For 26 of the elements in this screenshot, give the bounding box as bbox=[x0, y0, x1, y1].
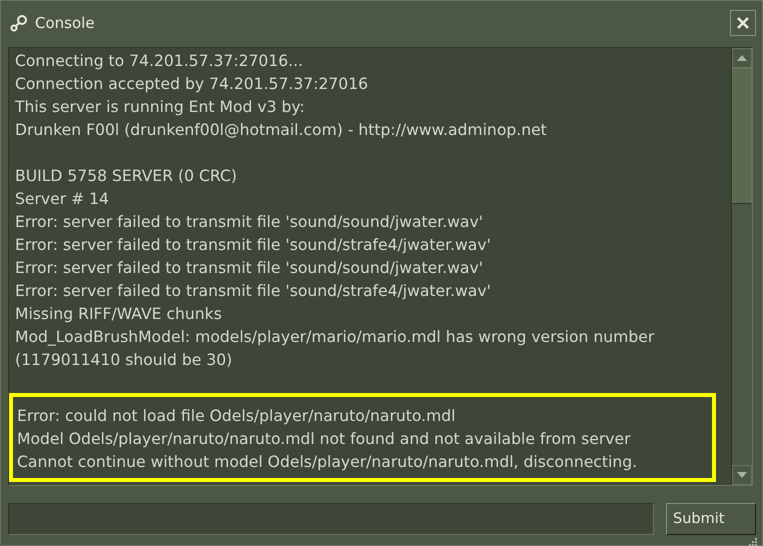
log-line: Server # 14 bbox=[15, 189, 110, 210]
log-line: Mod_LoadBrushModel: models/player/mario/mario.mdl has wrong version number bbox=[15, 327, 656, 348]
log-line: Missing RIFF/WAVE chunks bbox=[15, 304, 223, 325]
submit-button[interactable]: Submit bbox=[666, 503, 756, 535]
scroll-down-icon[interactable] bbox=[737, 472, 747, 478]
steam-logo-icon bbox=[9, 13, 29, 33]
log-line: Error: could not load file Odels/player/naruto/naruto.mdl bbox=[17, 406, 456, 427]
log-line: Drunken F00l (drunkenf00l@hotmail.com) - http://www.adminop.net bbox=[15, 120, 548, 141]
close-icon[interactable] bbox=[736, 16, 750, 30]
window-title: Console bbox=[35, 14, 96, 32]
command-input[interactable] bbox=[8, 503, 654, 535]
log-line: Connecting to 74.201.57.37:27016... bbox=[15, 51, 304, 72]
log-line: Error: server failed to transmit file 'sound/strafe4/jwater.wav' bbox=[15, 281, 492, 302]
log-line: Cannot continue without model Odels/player/naruto/naruto.mdl, disconnecting. bbox=[17, 452, 638, 473]
log-line: (1179011410 should be 30) bbox=[15, 350, 234, 371]
log-line: Error: server failed to transmit file 'sound/strafe4/jwater.wav' bbox=[15, 235, 492, 256]
resize-grip-icon[interactable] bbox=[749, 538, 758, 546]
log-line: This server is running Ent Mod v3 by: bbox=[15, 97, 306, 118]
log-line: Connection accepted by 74.201.57.37:27016 bbox=[15, 74, 370, 95]
scroll-up-icon[interactable] bbox=[737, 55, 747, 61]
log-line: Model Odels/player/naruto/naruto.mdl not found and not available from server bbox=[17, 429, 632, 450]
scroll-thumb[interactable] bbox=[732, 68, 752, 204]
log-line: BUILD 5758 SERVER (0 CRC) bbox=[15, 166, 238, 187]
log-line: Error: server failed to transmit file 'sound/sound/jwater.wav' bbox=[15, 212, 484, 233]
close-button[interactable] bbox=[730, 10, 756, 36]
log-line: Error: server failed to transmit file 'sound/sound/jwater.wav' bbox=[15, 258, 484, 279]
